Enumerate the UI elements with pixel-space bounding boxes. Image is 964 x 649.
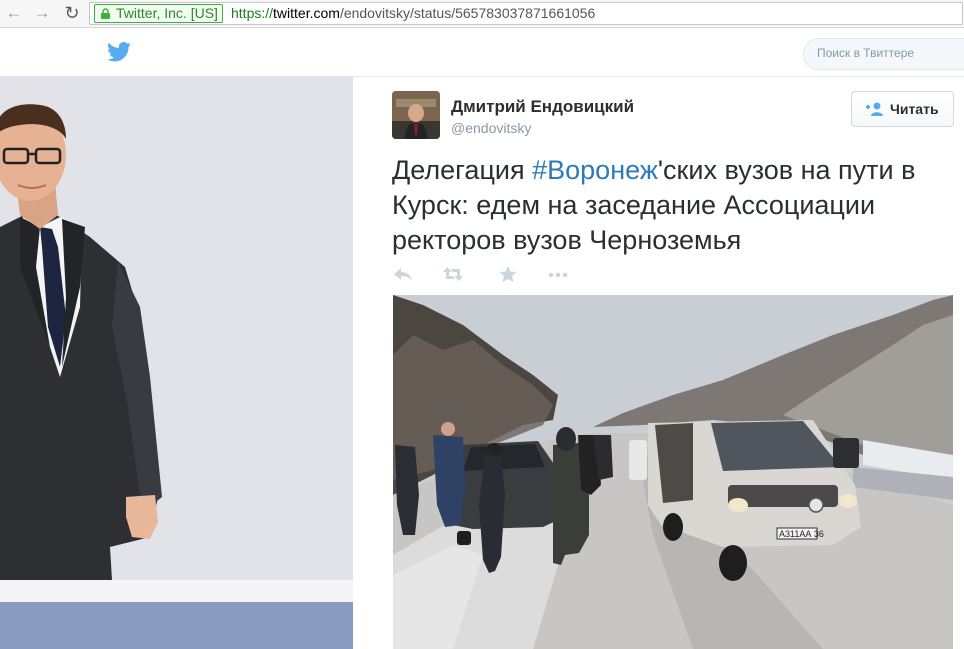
browser-toolbar: ← → ↻ Twitter, Inc. [US] https://twitter… — [0, 0, 964, 28]
author-name[interactable]: Дмитрий Ендовицкий — [451, 97, 634, 117]
favorite-icon[interactable] — [497, 264, 519, 284]
tweet-text: Делегация #Воронеж'ских вузов на пути в … — [392, 153, 962, 258]
url-path: /endovitsky/status/565783037871661056 — [339, 5, 596, 21]
profile-background-image — [0, 77, 353, 580]
add-user-icon — [866, 102, 883, 116]
tweet-photo-image: А311АА 36 — [393, 295, 953, 649]
search-placeholder: Поиск в Твиттере — [817, 46, 915, 60]
avatar-image — [392, 91, 440, 139]
profile-panel-band — [0, 602, 353, 649]
tweet-photo[interactable]: А311АА 36 — [393, 295, 953, 649]
url-scheme: https:// — [231, 5, 274, 21]
twitter-topbar: Поиск в Твиттере — [0, 28, 964, 77]
hashtag-link[interactable]: #Воронеж — [532, 155, 658, 185]
arrow-right-icon[interactable]: → — [32, 3, 52, 23]
url-text[interactable]: https://twitter.com/endovitsky/status/56… — [231, 4, 595, 23]
portrait-illustration — [0, 104, 162, 580]
address-bar[interactable]: Twitter, Inc. [US] https://twitter.com/e… — [89, 2, 963, 25]
tweet-actions — [392, 264, 592, 284]
more-icon[interactable] — [547, 264, 569, 284]
reload-icon[interactable]: ↻ — [62, 3, 82, 23]
ev-certificate-badge[interactable]: Twitter, Inc. [US] — [94, 4, 223, 23]
retweet-icon[interactable] — [442, 264, 464, 284]
follow-label: Читать — [890, 101, 939, 117]
twitter-bird-icon[interactable] — [107, 42, 131, 62]
profile-panel-strip — [0, 580, 353, 602]
author-handle[interactable]: @endovitsky — [451, 120, 531, 136]
license-plate: А311АА 36 — [779, 529, 824, 539]
arrow-left-icon[interactable]: ← — [4, 3, 24, 23]
url-host: twitter.com — [273, 5, 340, 21]
reply-icon[interactable] — [392, 264, 414, 284]
search-input[interactable]: Поиск в Твиттере — [803, 38, 964, 70]
avatar[interactable] — [392, 91, 440, 139]
ev-label: Twitter, Inc. [US] — [116, 5, 218, 21]
follow-button[interactable]: Читать — [851, 91, 954, 127]
tweet-text-part: Делегация — [392, 155, 533, 185]
lock-icon — [101, 8, 110, 19]
